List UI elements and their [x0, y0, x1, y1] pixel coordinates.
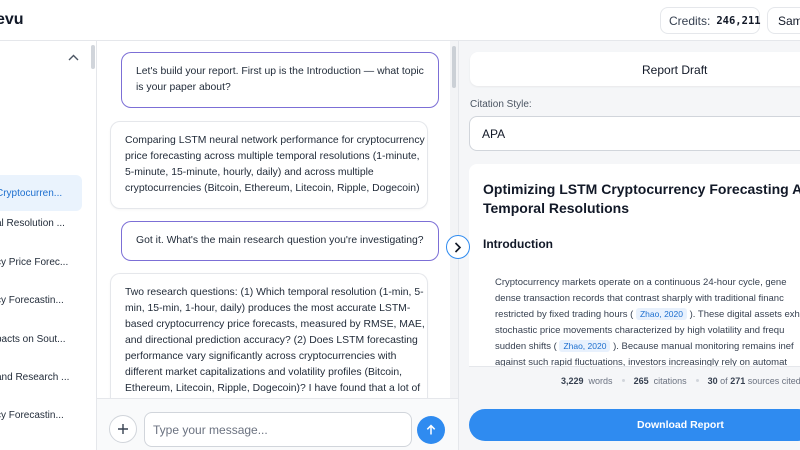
sidebar-item-report-6[interactable]: and Research ...: [0, 359, 82, 395]
sidebar-item-label: pacts on Sout...: [0, 333, 66, 345]
credits-display: Credits: 246,211: [660, 7, 761, 34]
message-line: Comparing LSTM neural network performanc…: [125, 135, 425, 146]
top-header: evu Credits: 246,211 Samu: [0, 0, 800, 41]
sidebar-item-label: and Research ...: [0, 371, 70, 383]
report-stats-bar: 3,229 words 265 citations 30 of 271 sour…: [469, 366, 800, 394]
sidebar-collapse-button[interactable]: [65, 49, 81, 65]
chevron-up-icon: [68, 54, 78, 60]
body-text: ). These digital assets exh: [689, 309, 800, 320]
sources-total: 271: [730, 375, 746, 386]
word-count-label: words: [588, 375, 613, 386]
section-heading: Introduction: [483, 237, 553, 251]
message-line: based cryptocurrency price forecasts, me…: [125, 319, 425, 330]
sidebar-item-report-3[interactable]: cy Price Forec...: [0, 244, 82, 280]
body-line: sudden shifts ( Zhao, 2020 ). Because ma…: [495, 339, 800, 355]
body-line: Cryptocurrency markets operate on a cont…: [495, 277, 787, 288]
message-line: different market capitalizations and vol…: [125, 367, 403, 378]
body-text: restricted by fixed trading hours (: [495, 309, 634, 320]
chat-scrollbar-track[interactable]: [450, 41, 458, 398]
message-line: Got it. What's the main research questio…: [136, 235, 424, 246]
user-menu-button[interactable]: Samu: [767, 7, 800, 34]
document-title-line: Temporal Resolutions: [483, 200, 629, 216]
message-line: Ethereum, Litecoin, Ripple, Dogecoin)? I…: [125, 383, 421, 394]
message-line: performance vary significantly across cr…: [125, 351, 397, 362]
message-line: Let's build your report. First up is the…: [136, 66, 424, 77]
message-line: is your paper about?: [136, 82, 231, 93]
sidebar-scrollbar[interactable]: [91, 45, 95, 69]
citation-count-label: citations: [653, 375, 687, 386]
citation-chip[interactable]: Zhao, 2020: [559, 340, 611, 352]
user-name: Samu: [778, 13, 800, 28]
body-line: dense transaction records that contrast …: [495, 293, 784, 304]
stats-separator: [695, 379, 699, 382]
expand-report-button[interactable]: [446, 235, 470, 259]
body-line: stochastic price movements characterized…: [495, 325, 785, 336]
citation-count: 265: [633, 375, 649, 386]
app-brand[interactable]: evu: [0, 11, 24, 29]
citation-style-value: APA: [482, 126, 506, 141]
message-line: 5-minute, 15-minute, hourly, daily) and …: [125, 167, 374, 178]
document-body: Cryptocurrency markets operate on a cont…: [495, 275, 800, 371]
sidebar-item-label: cy Forecastin...: [0, 409, 64, 421]
chevron-right-icon: [454, 241, 462, 253]
document-title-line: Optimizing LSTM Cryptocurrency Forecasti…: [483, 181, 800, 197]
body-text: sudden shifts (: [495, 341, 557, 352]
message-line: min, 15-min, 1-hour, daily) produces the…: [125, 303, 411, 314]
sidebar-item-label: cy Forecastin...: [0, 294, 64, 306]
credits-label: Credits:: [669, 13, 711, 28]
send-button[interactable]: [417, 416, 445, 444]
message-input[interactable]: [144, 412, 412, 447]
download-report-button[interactable]: Download Report: [469, 409, 800, 441]
assistant-message: Let's build your report. First up is the…: [121, 52, 439, 108]
body-text: ). Because manual monitoring remains ine…: [613, 341, 794, 352]
download-report-label: Download Report: [637, 419, 724, 431]
assistant-message: Got it. What's the main research questio…: [121, 221, 439, 261]
sidebar-item-report-4[interactable]: cy Forecastin...: [0, 282, 82, 318]
word-count: 3,229: [561, 375, 584, 386]
chat-scrollbar-thumb[interactable]: [452, 46, 456, 88]
message-line: Two research questions: (1) Which tempor…: [125, 287, 424, 298]
sidebar-item-label: Cryptocurren...: [0, 187, 63, 199]
citation-style-label: Citation Style:: [470, 99, 532, 110]
report-title-bar: [470, 52, 800, 86]
sidebar-item-report-2[interactable]: al Resolution ...: [0, 205, 82, 241]
report-document: Optimizing LSTM Cryptocurrency Forecasti…: [469, 164, 800, 394]
sidebar-item-report-7[interactable]: cy Forecastin...: [0, 397, 82, 433]
user-message: Comparing LSTM neural network performanc…: [110, 121, 428, 209]
report-title: Report Draft: [642, 63, 708, 77]
sidebar-item-report-5[interactable]: pacts on Sout...: [0, 321, 82, 357]
plus-icon: [118, 424, 128, 434]
stats-separator: [621, 379, 625, 382]
citation-style-select[interactable]: APA: [469, 116, 800, 151]
message-line: cryptocurrencies (Bitcoin, Ethereum, Lit…: [125, 183, 420, 194]
document-title: Optimizing LSTM Cryptocurrency Forecasti…: [483, 180, 800, 218]
message-line: and directional prediction accuracy? (2)…: [125, 335, 418, 346]
sidebar-item-label: al Resolution ...: [0, 217, 65, 229]
citation-chip[interactable]: Zhao, 2020: [635, 308, 687, 320]
arrow-up-icon: [426, 424, 436, 435]
message-line: price forecasting across multiple tempor…: [125, 151, 420, 162]
credits-value: 246,211: [716, 14, 761, 27]
sidebar-item-label: cy Price Forec...: [0, 256, 69, 268]
sources-label: sources cited: [747, 375, 800, 386]
sources-of: of: [720, 375, 728, 386]
body-line: restricted by fixed trading hours ( Zhao…: [495, 307, 800, 323]
sources-cited-count: 30: [707, 375, 718, 386]
user-message: Two research questions: (1) Which tempor…: [110, 273, 428, 401]
attach-button[interactable]: [109, 415, 137, 443]
